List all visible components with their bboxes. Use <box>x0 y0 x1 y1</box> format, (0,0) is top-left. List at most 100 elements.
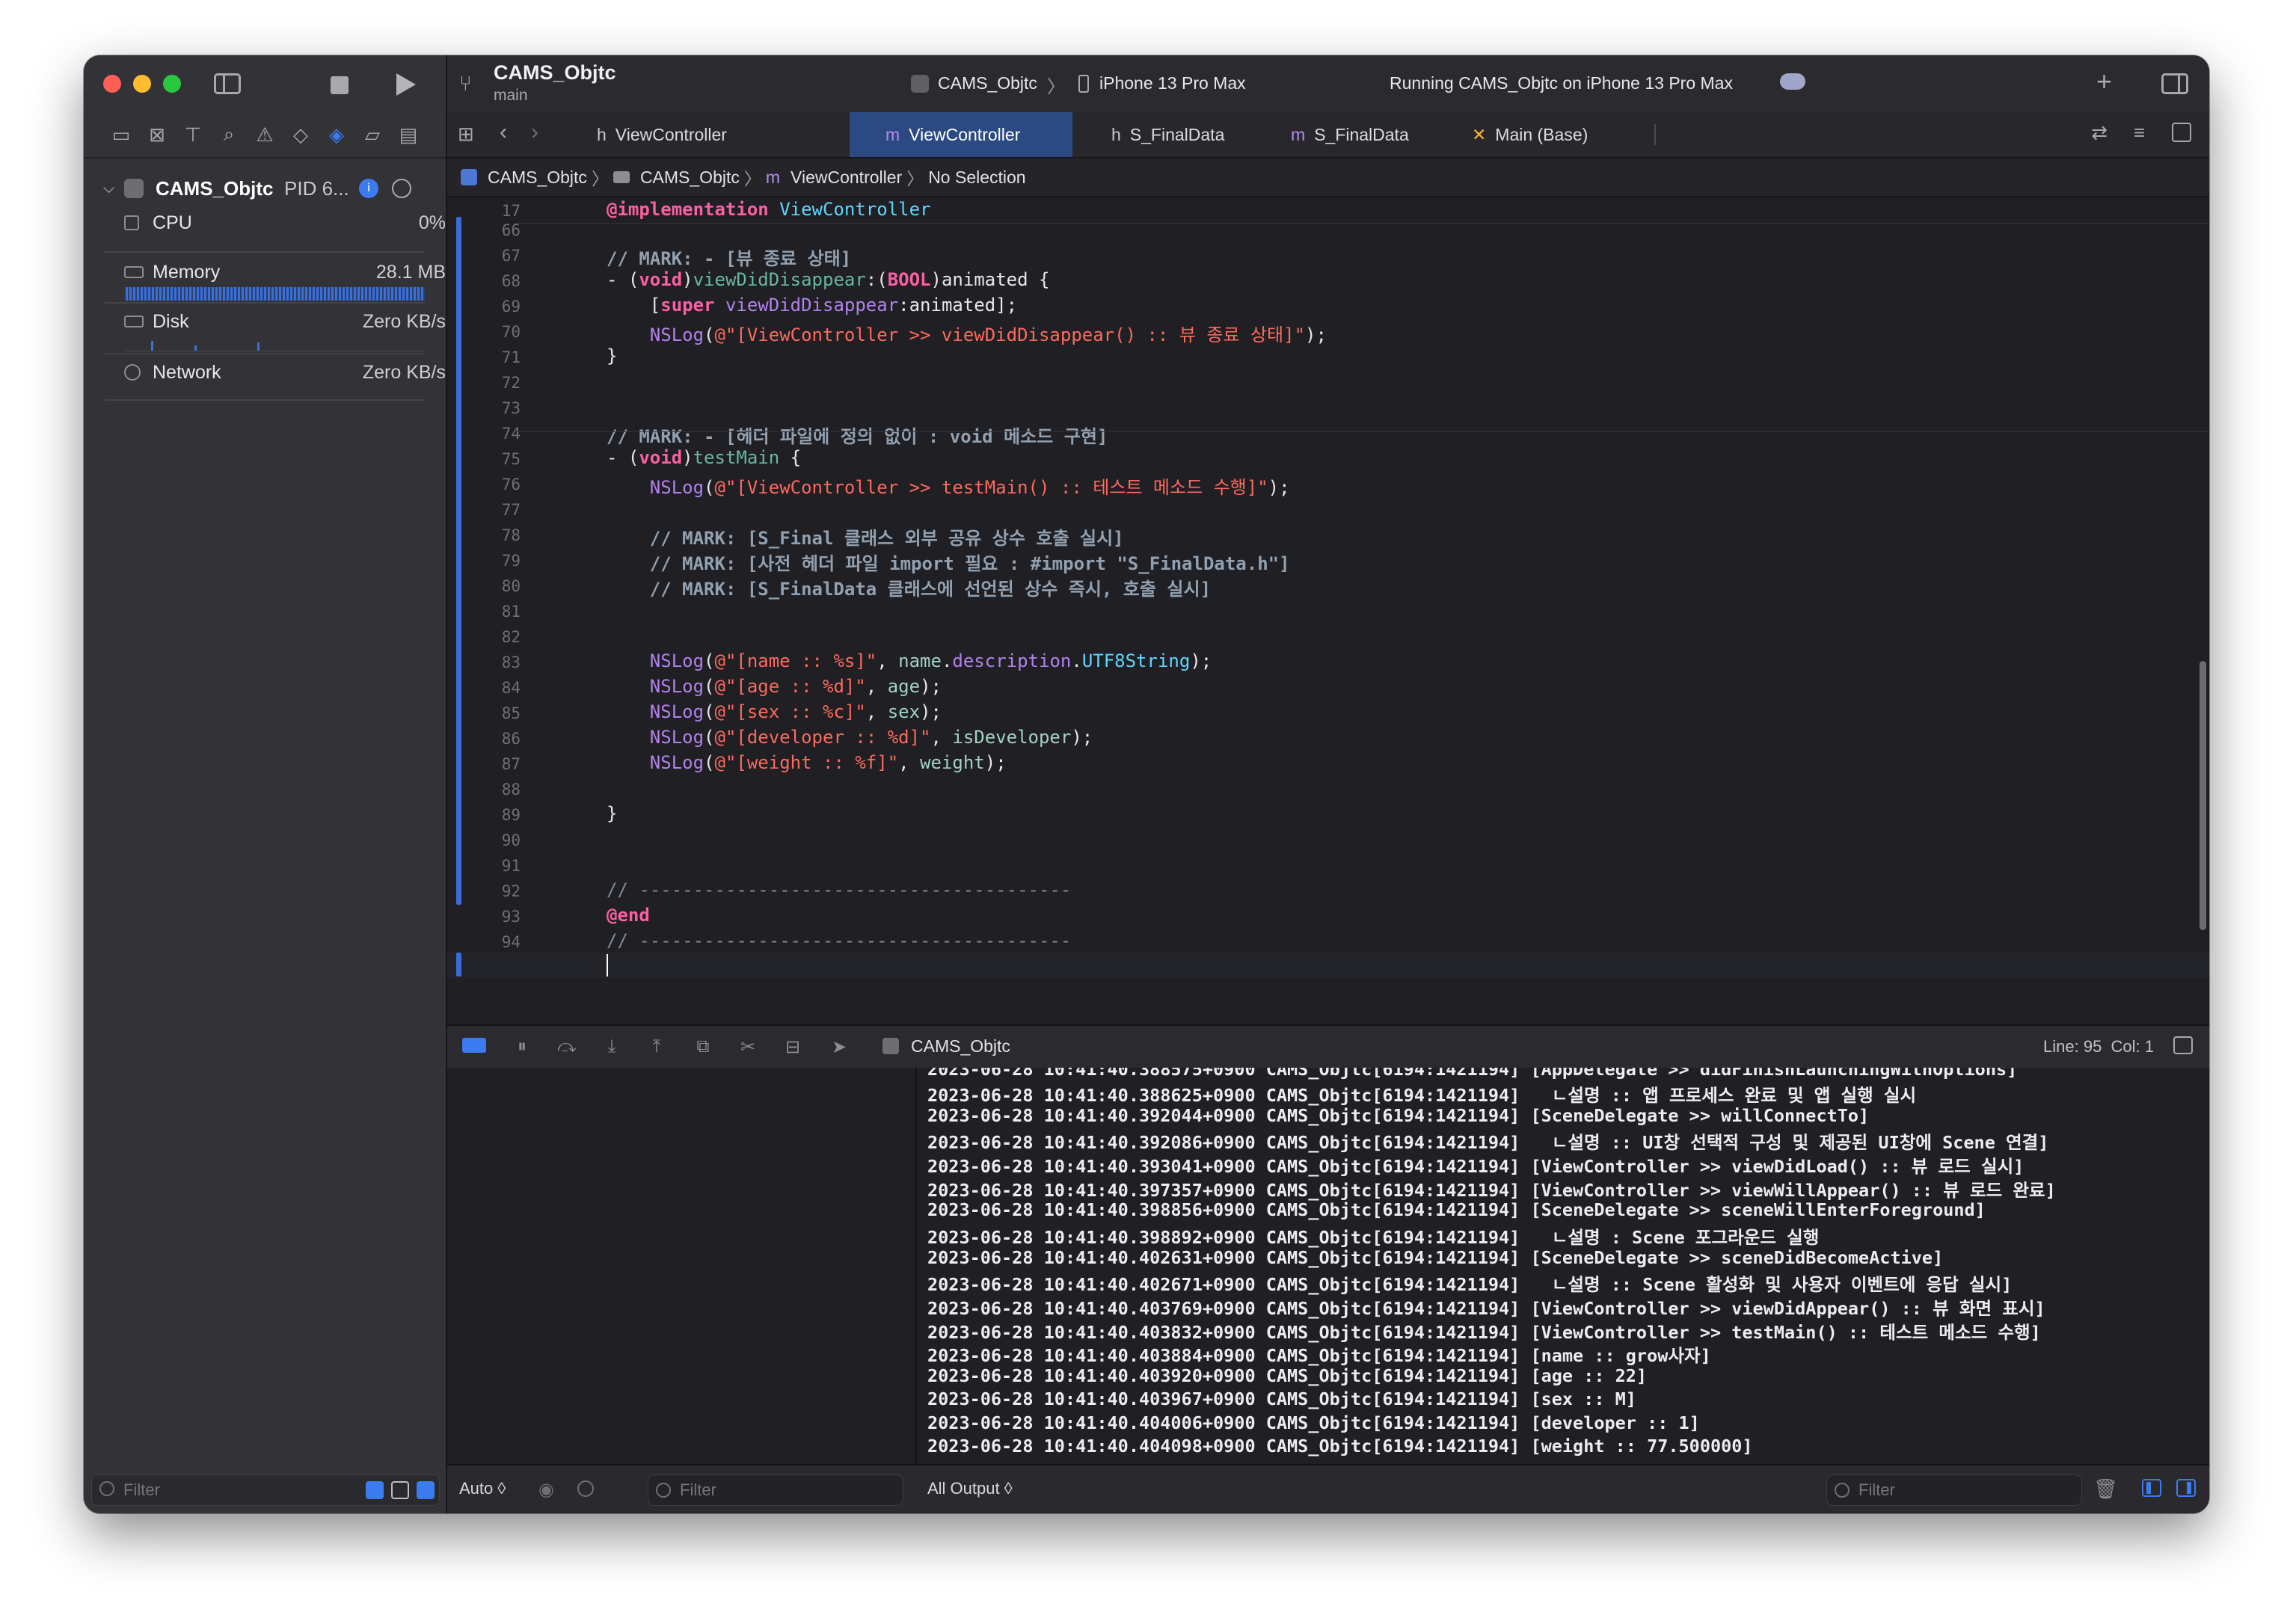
eye-icon[interactable]: ◉ <box>538 1479 554 1501</box>
variables-scope-selector[interactable]: Auto ◊ <box>459 1479 506 1498</box>
view-hierarchy-icon[interactable]: ⧉ <box>688 1026 718 1068</box>
breadcrumb-file[interactable]: ViewController <box>791 167 902 188</box>
code-line[interactable]: } <box>607 803 617 824</box>
trash-icon[interactable]: 🗑 <box>2093 1477 2118 1501</box>
code-line[interactable]: @implementation ViewController <box>607 199 931 220</box>
breadcrumb-selection[interactable]: No Selection <box>928 167 1025 188</box>
breadcrumb-project[interactable]: CAMS_Objtc <box>488 167 587 188</box>
step-into-icon[interactable]: ⤓ <box>597 1026 627 1068</box>
code-line[interactable]: } <box>607 345 617 366</box>
filter-option-icon[interactable] <box>391 1481 409 1499</box>
gauge-network[interactable]: Network Zero KB/s <box>124 353 500 392</box>
line-number: 70 <box>501 323 521 341</box>
sidebar-toggle-icon[interactable] <box>214 73 241 94</box>
debug-spray-icon[interactable]: ◈ <box>322 112 352 157</box>
close-window-button[interactable] <box>103 75 121 93</box>
gauge-disk[interactable]: Disk Zero KB/s <box>124 302 500 341</box>
variables-filter-input[interactable] <box>678 1480 891 1501</box>
forward-icon[interactable]: › <box>531 120 538 145</box>
code-line[interactable]: - (void)viewDidDisappear:(BOOL)animated … <box>607 269 1049 290</box>
disclosure-chevron-icon[interactable]: ⌵ <box>103 180 114 197</box>
code-line[interactable]: NSLog(@"[ViewController >> testMain() ::… <box>607 473 1290 499</box>
stop-icon[interactable] <box>331 76 349 94</box>
step-over-icon[interactable]: ⤼ <box>552 1026 582 1068</box>
cloud-status-icon[interactable] <box>1780 73 1805 90</box>
console-output[interactable]: 2023-06-28 10:41:40.388575+0900 CAMS_Obj… <box>917 1068 2209 1464</box>
variables-filter[interactable] <box>648 1474 903 1506</box>
code-line[interactable]: [super viewDidDisappear:animated]; <box>607 295 1017 316</box>
gauge-memory[interactable]: Memory 28.1 MB <box>124 253 500 292</box>
scheme-selector[interactable]: CAMS_Objtc <box>938 73 1037 93</box>
related-items-icon[interactable]: ⇄ <box>2091 121 2108 144</box>
add-icon[interactable]: + <box>2096 66 2112 97</box>
simulate-location-icon[interactable]: ➤ <box>824 1026 854 1068</box>
folder-icon[interactable]: ▭ <box>106 112 136 157</box>
code-line[interactable]: NSLog(@"[sex :: %c]", sex); <box>607 701 942 722</box>
back-icon[interactable]: ‹ <box>500 120 507 145</box>
tab-sfinaldata-m[interactable]: m S_FinalData <box>1279 112 1458 157</box>
code-line[interactable]: // MARK: [S_FinalData 클래스에 선언된 상수 즉시, 호출… <box>607 574 1211 600</box>
test-diamond-icon[interactable]: ◇ <box>286 112 316 157</box>
hide-debug-area-icon[interactable] <box>2173 1036 2193 1054</box>
navigator-filter-input[interactable] <box>122 1478 349 1502</box>
filter-option-icon[interactable] <box>417 1481 435 1499</box>
output-selector[interactable]: All Output ◊ <box>927 1479 1013 1498</box>
variables-view[interactable] <box>447 1068 917 1464</box>
breakpoint-icon[interactable]: ▱ <box>357 112 387 157</box>
console-filter[interactable] <box>1826 1474 2082 1506</box>
cpu-icon <box>124 215 139 230</box>
pause-icon[interactable]: ⏸ <box>507 1026 537 1068</box>
run-icon[interactable] <box>395 72 417 101</box>
zoom-window-button[interactable] <box>163 75 181 93</box>
code-line[interactable]: // -------------------------------------… <box>607 930 1071 951</box>
memory-icon <box>124 266 144 278</box>
code-line[interactable]: // -------------------------------------… <box>607 879 1071 900</box>
warning-icon[interactable]: ⚠ <box>250 112 280 157</box>
tab-main-storyboard[interactable]: ✕ Main (Base) <box>1461 112 1648 157</box>
code-line[interactable]: // MARK: - [뷰 종료 상태] <box>607 244 851 270</box>
threads-icon[interactable] <box>392 179 411 198</box>
code-line[interactable]: NSLog(@"[age :: %d]", age); <box>607 676 942 697</box>
find-icon[interactable]: ⌕ <box>214 112 244 157</box>
filter-icon <box>1835 1483 1850 1498</box>
code-line[interactable]: // MARK: [사전 헤더 파일 import 필요 : #import "… <box>607 549 1290 575</box>
code-line[interactable]: // MARK: - [헤더 파일에 정의 없이 : void 메소드 구현] <box>607 422 1108 448</box>
console-line: 2023-06-28 10:41:40.404006+0900 CAMS_Obj… <box>927 1412 1700 1433</box>
info-badge-icon[interactable]: i <box>359 179 378 198</box>
line-number: 80 <box>501 577 521 595</box>
tab-viewcontroller-h[interactable]: h ViewController <box>567 112 763 157</box>
grid-icon[interactable]: ⊞ <box>458 123 474 146</box>
code-line[interactable]: NSLog(@"[weight :: %f]", weight); <box>607 752 1007 773</box>
vertical-scrollbar[interactable] <box>2200 661 2206 930</box>
source-control-icon[interactable]: ⊠ <box>142 112 172 157</box>
tab-viewcontroller-m[interactable]: m ViewController <box>850 112 1072 157</box>
minimize-window-button[interactable] <box>133 75 151 93</box>
show-console-toggle-icon[interactable] <box>2176 1479 2196 1497</box>
symbol-hierarchy-icon[interactable]: ⊤ <box>178 112 208 157</box>
environment-overrides-icon[interactable]: ⊟ <box>778 1026 808 1068</box>
gauge-cpu[interactable]: CPU 0% <box>124 203 500 242</box>
inspector-toggle-icon[interactable] <box>2161 73 2188 94</box>
code-editor[interactable]: 17 66 67 68 69 70 71 72 73 74 75 76 77 78 79 80 81 82 83 84… <box>447 197 2209 1024</box>
show-variables-toggle-icon[interactable] <box>2142 1479 2161 1497</box>
console-filter-input[interactable] <box>1857 1480 2069 1501</box>
code-line[interactable]: - (void)testMain { <box>607 447 801 468</box>
report-icon[interactable]: ▤ <box>393 112 423 157</box>
code-line[interactable]: // MARK: [S_Final 클래스 외부 공유 상수 호출 실시] <box>607 523 1124 550</box>
info-icon[interactable] <box>577 1480 594 1497</box>
code-line[interactable]: @end <box>607 905 650 926</box>
breadcrumb-group[interactable]: CAMS_Objtc <box>640 167 740 188</box>
filter-option-icon[interactable] <box>366 1481 384 1499</box>
add-editor-icon[interactable] <box>2172 123 2191 142</box>
device-selector[interactable]: iPhone 13 Pro Max <box>1099 73 1246 93</box>
step-out-icon[interactable]: ⤒ <box>642 1026 672 1068</box>
code-line[interactable]: NSLog(@"[developer :: %d]", isDeveloper)… <box>607 727 1093 748</box>
code-line[interactable]: NSLog(@"[ViewController >> viewDidDisapp… <box>607 320 1327 346</box>
breakpoints-toggle-icon[interactable] <box>462 1038 486 1053</box>
toolbar: ⑂ CAMS_Objtc main CAMS_Objtc 〉 iPhone 13… <box>447 55 2209 114</box>
tab-sfinaldata-h[interactable]: h S_FinalData <box>1096 112 1276 157</box>
code-line[interactable]: NSLog(@"[name :: %s]", name.description.… <box>607 650 1212 671</box>
memory-graph-icon[interactable]: ✂ <box>733 1026 763 1068</box>
editor-options-icon[interactable]: ≡ <box>2134 121 2145 144</box>
navigator-filter[interactable] <box>91 1474 440 1506</box>
